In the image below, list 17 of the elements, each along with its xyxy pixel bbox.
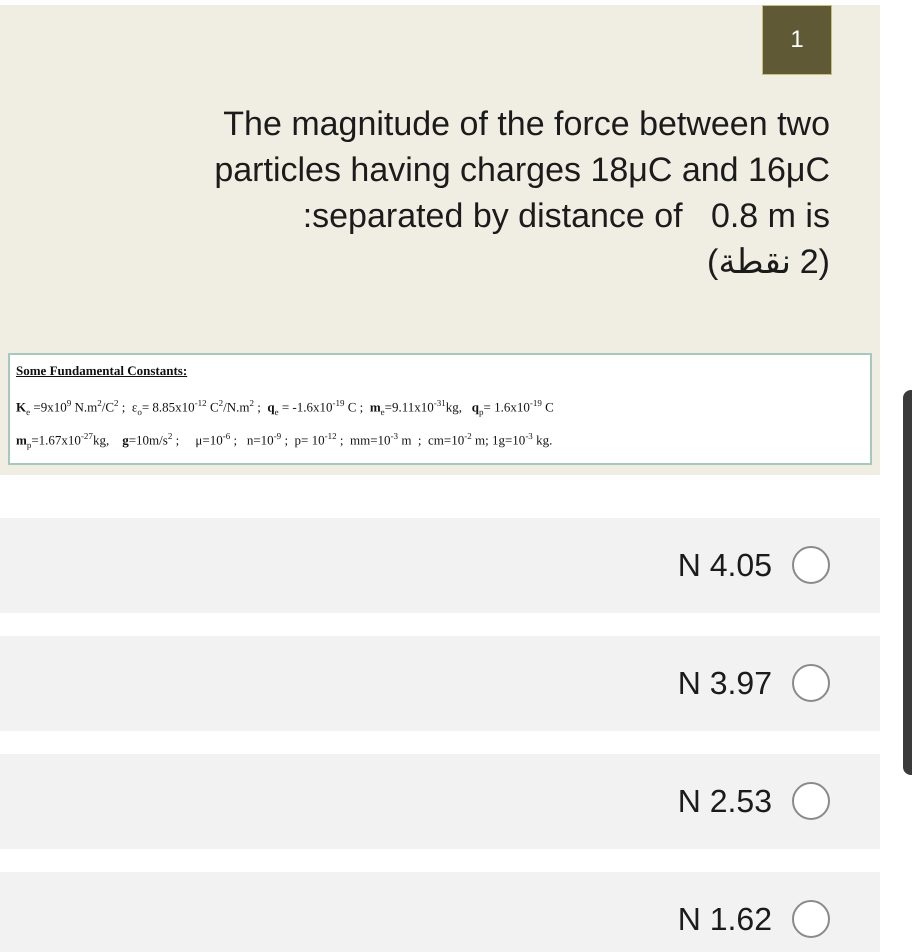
question-text-line: The magnitude of the force between two xyxy=(223,104,830,145)
constants-line: K$_{e}$ =9x10$^{9}$ N.m$^{2}$/C$^{2}$ ; ε$_{o}$= 8.85x10$^{-12}$ C$^{2}$/N.m$^{2}$ ; q$_{e}$ = -1.6x10$^{-19}$ C ; m$_{e}$=9.11x10$^{-31}$kg, q$_{p}$= 1.6x10$^{-19}$ C xyxy=(16,397,555,419)
answer-option-label: N 3.97 xyxy=(678,664,772,702)
answer-option-label: N 1.62 xyxy=(678,900,772,938)
answer-option-label: N 4.05 xyxy=(678,546,772,584)
question-text-line: particles having charges 18μC and 16μC xyxy=(214,150,830,191)
radio-button[interactable] xyxy=(792,900,830,938)
constants-line: m$_{p}$=1.67x10$^{-27}$kg, g=10m/s$^{2}$ ; μ=10$^{-6}$ ; n=10$^{-9}$ ; p= 10$^{-12}$ ; mm=10$^{-3}$ m ; cm=10$^{-2}$ m; 1g=10$^{-3}$ kg. xyxy=(16,430,554,452)
question-text-line: :separated by distance of 0.8 m is xyxy=(302,196,830,237)
constants-title: Some Fundamental Constants: xyxy=(16,363,188,379)
radio-button[interactable] xyxy=(792,782,830,820)
scrollbar-thumb[interactable] xyxy=(903,390,912,775)
answer-option-label: N 2.53 xyxy=(678,782,772,820)
radio-button[interactable] xyxy=(792,546,830,584)
radio-button[interactable] xyxy=(792,664,830,702)
points-label: (2 نقطة) xyxy=(706,242,830,283)
question-number-badge: 1 xyxy=(762,5,832,75)
